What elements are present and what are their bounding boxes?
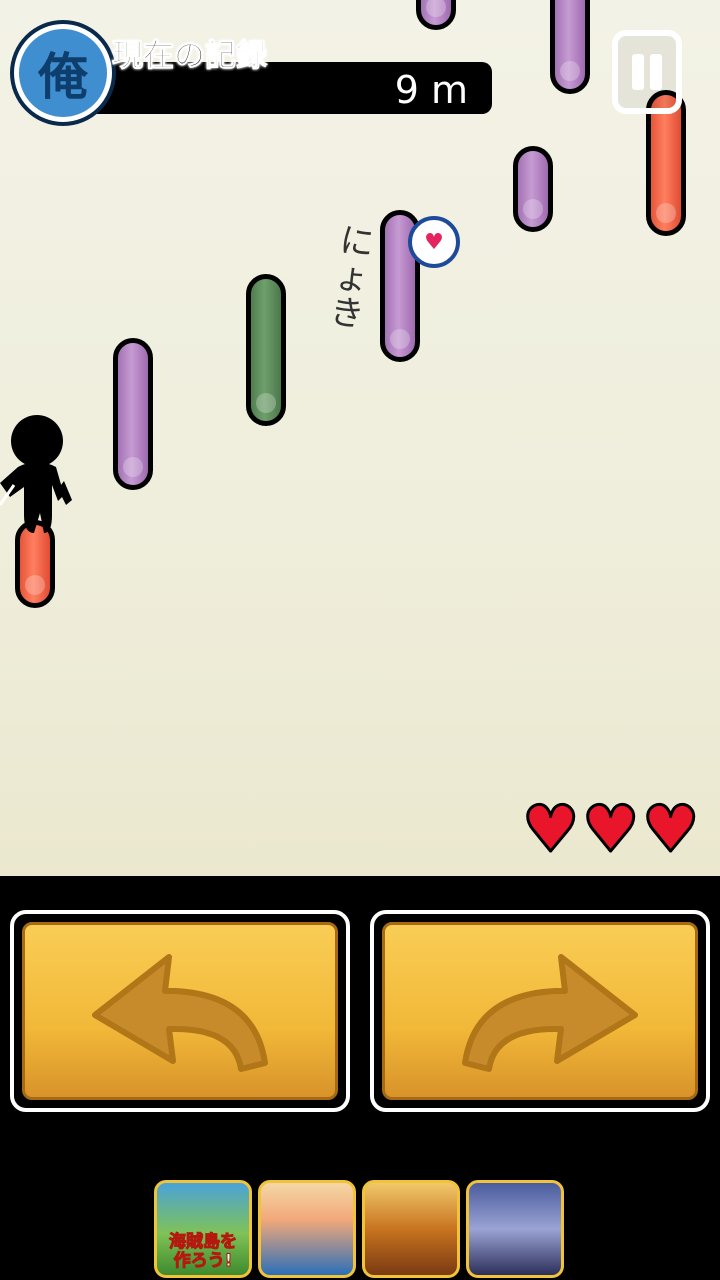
ad-text-line: 作ろう!: [173, 1251, 233, 1271]
pillar-purple: [416, 0, 456, 30]
ad-mermaid[interactable]: [258, 1180, 356, 1278]
ad-pirate-island[interactable]: 海賊島を 作ろう!: [154, 1180, 252, 1278]
pause-button[interactable]: [612, 30, 682, 114]
ad-text-line: 海賊島を: [169, 1232, 238, 1252]
game-field: に ょ き ♥ ♥ ♥ ♥: [0, 0, 720, 876]
pillar-purple: [513, 146, 553, 232]
ad-lion-warrior[interactable]: [362, 1180, 460, 1278]
curved-arrow-right-icon: [462, 954, 638, 1072]
heart-icon: ♥: [521, 793, 581, 867]
pillar-purple: [113, 338, 153, 490]
heart-pickup: ♥: [408, 216, 460, 268]
pillar-purple: [550, 0, 590, 94]
player-badge: 俺: [14, 24, 112, 122]
turn-right-button[interactable]: [370, 910, 710, 1112]
ad-samurai[interactable]: [466, 1180, 564, 1278]
nyoki-effect-text: に ょ き: [319, 220, 386, 336]
turn-left-button[interactable]: [10, 910, 350, 1112]
effect-char: き: [327, 291, 367, 336]
pillar-green: [246, 274, 286, 426]
record-label: 現在の記録: [112, 38, 268, 75]
heart-icon: ♥: [641, 793, 701, 867]
lives-display: ♥ ♥ ♥: [521, 793, 701, 867]
curved-arrow-left-icon: [92, 954, 268, 1072]
ad-banner: 海賊島を 作ろう!: [154, 1180, 564, 1278]
heart-icon: ♥: [581, 793, 641, 867]
record-value: 9 m: [394, 68, 468, 112]
pause-icon: [632, 54, 644, 90]
stickman-player: [0, 415, 72, 533]
badge-char: 俺: [38, 48, 88, 106]
heart-icon: ♥: [424, 229, 444, 255]
